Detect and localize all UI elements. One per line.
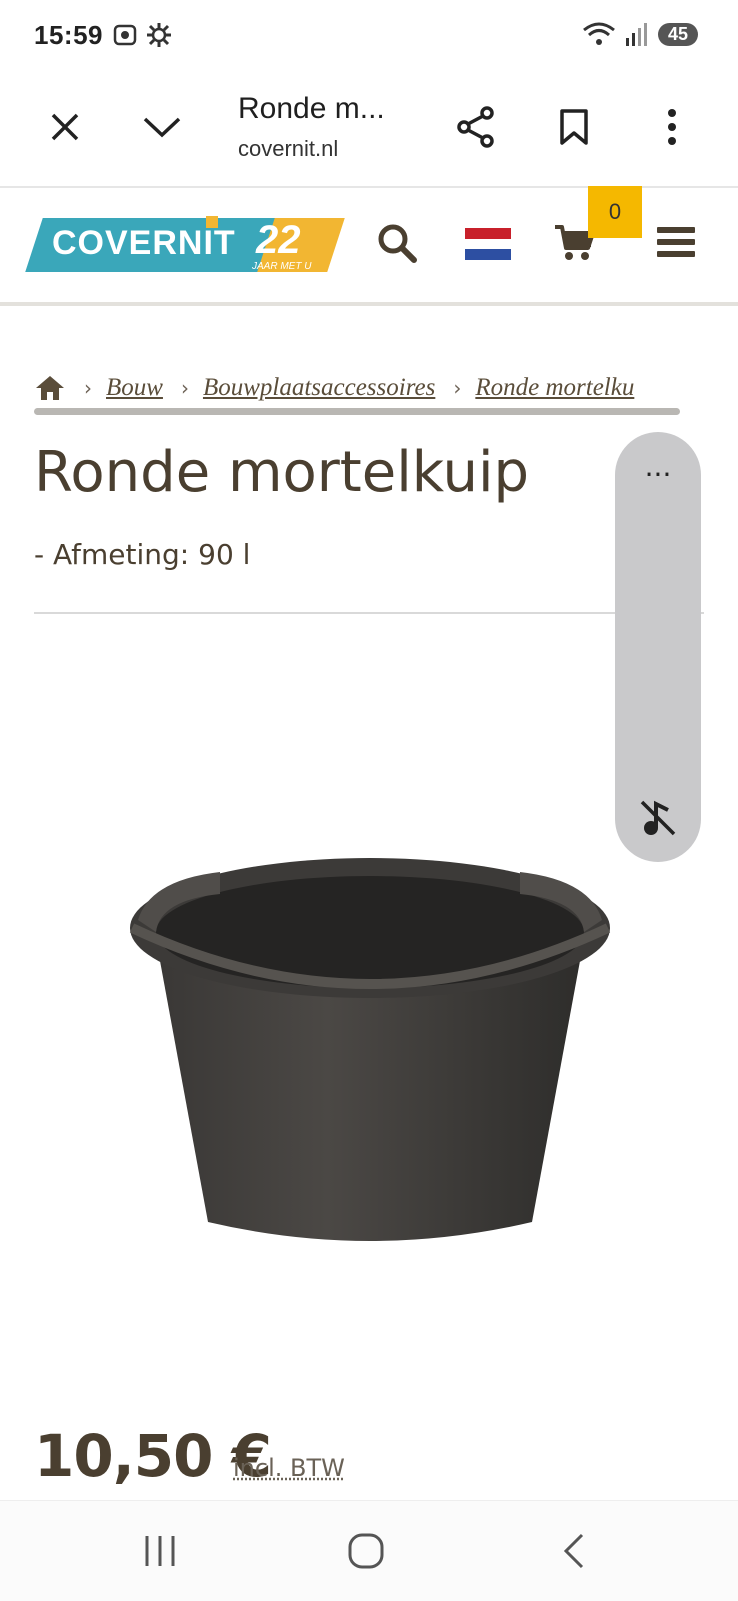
close-icon — [51, 113, 79, 141]
menu-button[interactable] — [657, 226, 695, 262]
more-options-button[interactable] — [642, 97, 702, 157]
breadcrumb-link-bouw[interactable]: Bouw — [106, 374, 163, 402]
home-circle-icon — [348, 1533, 384, 1569]
bookmark-button[interactable] — [544, 97, 604, 157]
battery-indicator: 45 — [657, 22, 698, 46]
settings-gear-icon — [147, 23, 171, 47]
music-off-icon — [640, 800, 676, 836]
signal-icon — [625, 23, 647, 46]
search-button[interactable] — [376, 222, 418, 268]
recent-apps-icon — [145, 1536, 175, 1566]
wifi-icon — [583, 22, 615, 45]
floating-media-panel: ... — [615, 432, 701, 862]
status-left-icons — [112, 22, 172, 48]
product-spec: - Afmeting: 90 l — [34, 538, 251, 571]
search-icon — [378, 224, 417, 263]
cart-count-badge[interactable]: 0 — [588, 186, 642, 238]
recent-apps-button[interactable] — [130, 1525, 190, 1577]
home-icon[interactable] — [34, 374, 66, 402]
status-right: 45 — [582, 20, 698, 48]
mortar-tub-image — [129, 858, 611, 1241]
breadcrumb-link-bouwplaatsaccessoires[interactable]: Bouwplaatsaccessoires — [203, 374, 435, 402]
share-icon — [457, 106, 494, 148]
breadcrumb-scrollbar[interactable] — [34, 408, 680, 415]
divider — [34, 612, 704, 614]
status-time: 15:59 — [34, 20, 103, 50]
mute-notification-button[interactable] — [638, 798, 678, 842]
hamburger-menu-icon — [657, 227, 695, 257]
screenshot-icon — [113, 24, 137, 46]
tab-title[interactable]: Ronde m... — [238, 92, 385, 126]
logo-dot — [206, 216, 218, 228]
chevron-down-icon — [143, 117, 181, 138]
logo-years: 22 — [256, 218, 301, 262]
system-nav-bar — [0, 1500, 738, 1601]
breadcrumb-separator: › — [453, 376, 462, 400]
share-button[interactable] — [446, 97, 506, 157]
more-vertical-icon — [668, 109, 676, 145]
breadcrumb-separator: › — [180, 376, 189, 400]
product-title: Ronde mortelkuip — [34, 440, 530, 505]
panel-more-button[interactable]: ... — [615, 450, 701, 483]
close-tab-button[interactable] — [35, 97, 95, 157]
product-image[interactable] — [120, 850, 620, 1275]
breadcrumb-separator: › — [84, 376, 92, 400]
home-button[interactable] — [336, 1525, 396, 1577]
dutch-flag-icon — [465, 228, 511, 260]
tab-url[interactable]: covernit.nl — [238, 136, 338, 162]
minimize-tab-button[interactable] — [132, 97, 192, 157]
language-selector[interactable] — [465, 228, 511, 264]
logo-text: COVERNIT — [52, 224, 236, 262]
breadcrumb-link-current[interactable]: Ronde mortelku — [475, 374, 634, 402]
breadcrumb: › Bouw › Bouwplaatsaccessoires › Ronde m… — [34, 370, 704, 406]
bookmark-icon — [560, 109, 588, 145]
covernit-logo[interactable]: COVERNIT 22 JAAR MET U — [25, 216, 345, 274]
back-button[interactable] — [544, 1525, 604, 1577]
back-chevron-icon — [563, 1533, 584, 1569]
logo-tagline: JAAR MET U — [252, 261, 312, 272]
price-tax-note[interactable]: incl. BTW — [233, 1454, 345, 1482]
browser-toolbar: Ronde m... covernit.nl — [0, 70, 738, 188]
